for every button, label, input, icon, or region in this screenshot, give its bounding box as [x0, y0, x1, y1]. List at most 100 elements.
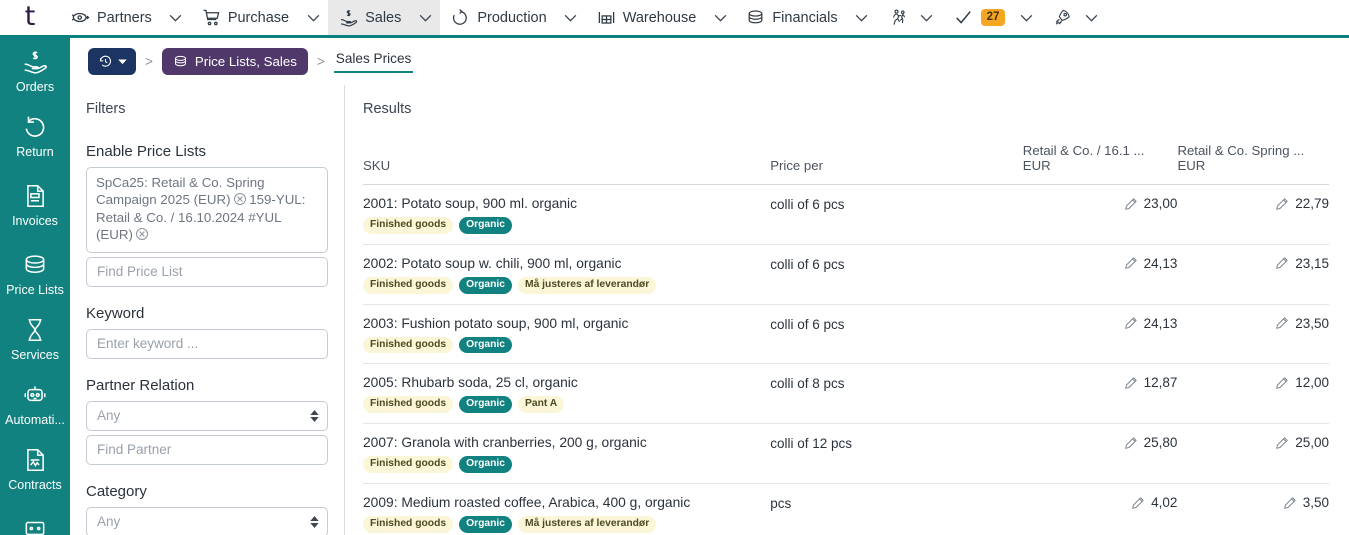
- coins-icon: [173, 54, 188, 69]
- breadcrumb-module-chip[interactable]: Price Lists, Sales: [161, 48, 308, 75]
- category-label: Category: [86, 482, 147, 500]
- remove-token-icon[interactable]: [135, 228, 148, 241]
- cell-price-list-1: 24,13: [1022, 304, 1178, 365]
- price-value: 25,00: [1295, 435, 1329, 451]
- nav-item-financials[interactable]: Financials: [735, 0, 846, 35]
- pencil-icon[interactable]: [1275, 316, 1289, 330]
- cell-price-list-2: 23,15: [1177, 244, 1329, 305]
- sidebar-label-services: Services: [11, 348, 59, 362]
- sidebar-item-partial[interactable]: [0, 505, 70, 535]
- column-header-price-list-1[interactable]: Retail & Co. / 16.1 ... EUR: [1022, 143, 1178, 185]
- price-value: 12,87: [1143, 375, 1178, 391]
- editable-price[interactable]: 25,80: [1124, 435, 1177, 450]
- nav-caret-tasks[interactable]: [1011, 0, 1041, 35]
- table-row[interactable]: 2007: Granola with cranberries, 200 g, o…: [363, 423, 1329, 485]
- editable-price[interactable]: 3,50: [1283, 495, 1329, 510]
- results-title: Results: [363, 101, 412, 117]
- sku-name[interactable]: 2002: Potato soup w. chili, 900 ml, orga…: [363, 256, 770, 271]
- nav-item-rocket[interactable]: [1041, 0, 1076, 35]
- nav-item-production[interactable]: Production: [440, 0, 555, 35]
- nav-caret-rocket[interactable]: [1076, 0, 1106, 35]
- sidebar-item-contracts[interactable]: Contracts: [0, 436, 70, 501]
- sidebar-item-price-lists[interactable]: Price Lists: [0, 241, 70, 306]
- column-header-price-per[interactable]: Price per: [770, 143, 1023, 185]
- pencil-icon[interactable]: [1124, 197, 1138, 211]
- pencil-icon[interactable]: [1131, 496, 1145, 510]
- breadcrumb-separator: >: [145, 54, 153, 69]
- editable-price[interactable]: 12,00: [1275, 375, 1329, 390]
- editable-price[interactable]: 23,00: [1124, 196, 1178, 211]
- pencil-icon[interactable]: [1275, 436, 1289, 450]
- people-running-icon: [889, 8, 908, 27]
- enable-price-lists-tokens[interactable]: SpCa25: Retail & Co. Spring Campaign 202…: [86, 167, 328, 253]
- editable-price[interactable]: 22,79: [1275, 196, 1329, 211]
- return-arrow-icon: [22, 114, 48, 140]
- price-value: 23,15: [1295, 255, 1329, 271]
- sidebar-item-automations[interactable]: Automati...: [0, 371, 70, 436]
- editable-price[interactable]: 25,00: [1275, 435, 1329, 450]
- column-header-price-list-2[interactable]: Retail & Co. Spring ... EUR: [1177, 143, 1329, 185]
- editable-price[interactable]: 24,13: [1124, 316, 1177, 331]
- pencil-icon[interactable]: [1275, 256, 1289, 270]
- nav-item-purchase[interactable]: Purchase: [191, 0, 298, 35]
- warehouse-icon: [597, 8, 616, 27]
- history-button[interactable]: [88, 48, 136, 75]
- filters-panel: Filters Enable Price Lists SpCa25: Retai…: [70, 85, 345, 535]
- nav-item-tasks[interactable]: 27: [942, 0, 1012, 35]
- editable-price[interactable]: 23,15: [1275, 256, 1329, 271]
- sidebar-item-invoices[interactable]: Invoices: [0, 172, 70, 237]
- sidebar-label-invoices: Invoices: [12, 214, 58, 228]
- nav-caret-purchase[interactable]: [298, 0, 328, 35]
- remove-token-icon[interactable]: [233, 193, 246, 206]
- sidebar-item-orders[interactable]: Orders: [0, 38, 70, 103]
- nav-caret-partners[interactable]: [161, 0, 191, 35]
- nav-item-sales[interactable]: Sales: [328, 0, 411, 35]
- nav-caret-production[interactable]: [556, 0, 586, 35]
- nav-item-partners[interactable]: Partners: [60, 0, 161, 35]
- category-select[interactable]: Any: [86, 506, 328, 535]
- table-row[interactable]: 2005: Rhubarb soda, 25 cl, organic Finish…: [363, 363, 1329, 425]
- app-root: t Partners Purchase Sales Production War…: [0, 0, 1349, 535]
- production-icon: [451, 8, 470, 27]
- breadcrumb-current-page[interactable]: Sales Prices: [333, 51, 414, 73]
- keyword-input[interactable]: [86, 328, 328, 359]
- sku-name[interactable]: 2005: Rhubarb soda, 25 cl, organic: [363, 375, 770, 390]
- table-row[interactable]: 2002: Potato soup w. chili, 900 ml, orga…: [363, 244, 1329, 305]
- nav-item-warehouse[interactable]: Warehouse: [586, 0, 706, 35]
- app-logo[interactable]: t: [0, 0, 60, 35]
- table-row[interactable]: 2003: Fushion potato soup, 900 ml, organ…: [363, 304, 1329, 365]
- nav-item-people[interactable]: [877, 0, 912, 35]
- partner-relation-select[interactable]: Any: [86, 400, 328, 431]
- sidebar-item-services[interactable]: Services: [0, 306, 70, 371]
- pencil-icon[interactable]: [1275, 376, 1289, 390]
- find-partner-input[interactable]: [86, 434, 328, 465]
- editable-price[interactable]: 23,50: [1275, 316, 1329, 331]
- editable-price[interactable]: 12,87: [1124, 375, 1178, 391]
- sku-name[interactable]: 2009: Medium roasted coffee, Arabica, 40…: [363, 495, 770, 510]
- table-row[interactable]: 2001: Potato soup, 900 ml. organic Finish…: [363, 184, 1329, 245]
- price-value: 23,00: [1143, 196, 1178, 211]
- tag-badge: Organic: [459, 456, 513, 474]
- sku-name[interactable]: 2007: Granola with cranberries, 200 g, o…: [363, 435, 770, 450]
- nav-caret-sales[interactable]: [410, 0, 441, 35]
- table-row[interactable]: 2009: Medium roasted coffee, Arabica, 40…: [363, 483, 1329, 535]
- column-header-sku[interactable]: SKU: [363, 143, 771, 185]
- sku-name[interactable]: 2003: Fushion potato soup, 900 ml, organ…: [363, 316, 770, 331]
- editable-price[interactable]: 4,02: [1131, 495, 1177, 510]
- pencil-icon[interactable]: [1124, 316, 1138, 330]
- editable-price[interactable]: 24,13: [1124, 256, 1177, 271]
- robot-icon: [22, 382, 48, 408]
- pencil-icon[interactable]: [1283, 496, 1297, 510]
- pencil-icon[interactable]: [1124, 256, 1138, 270]
- top-nav-items: Partners Purchase Sales Production Wareh…: [60, 0, 1106, 35]
- sidebar-item-return[interactable]: Return: [0, 103, 70, 168]
- sku-name[interactable]: 2001: Potato soup, 900 ml. organic: [363, 196, 770, 211]
- cell-price-list-2: 23,50: [1177, 304, 1329, 365]
- nav-caret-warehouse[interactable]: [705, 0, 735, 35]
- pencil-icon[interactable]: [1124, 376, 1138, 390]
- pencil-icon[interactable]: [1275, 197, 1289, 211]
- nav-caret-financials[interactable]: [847, 0, 877, 35]
- nav-caret-people[interactable]: [912, 0, 942, 35]
- find-price-list-input[interactable]: [86, 256, 328, 287]
- pencil-icon[interactable]: [1124, 436, 1138, 450]
